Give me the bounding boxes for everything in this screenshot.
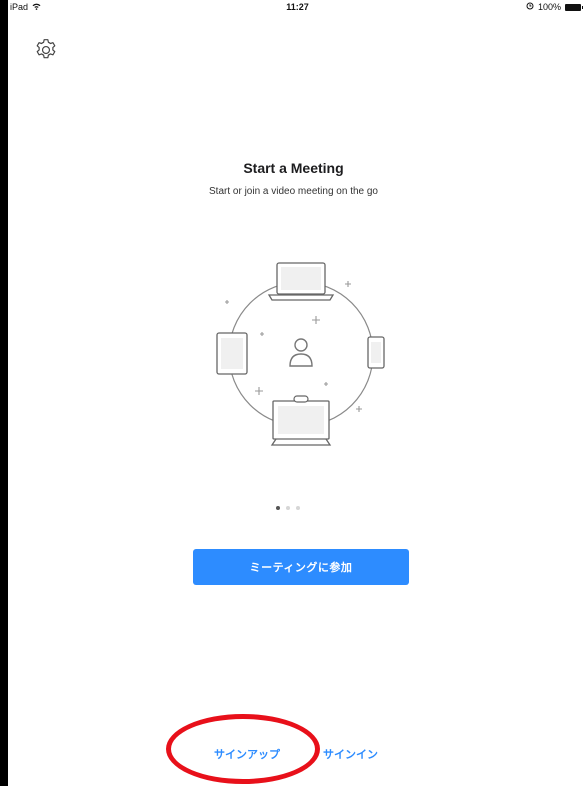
laptop-icon: [267, 262, 335, 301]
alarm-icon: [526, 2, 534, 12]
status-right: 100%: [526, 2, 583, 12]
app-screen: iPad 11:27 100% Start a Meeting Start or…: [0, 0, 587, 786]
meeting-illustration: [216, 262, 385, 446]
status-bar: iPad 11:27 100%: [8, 0, 587, 16]
settings-button[interactable]: [30, 36, 62, 68]
highlight-annotation: [166, 714, 320, 784]
device-bezel: [0, 0, 8, 786]
gear-icon: [33, 37, 59, 68]
page-dot[interactable]: [286, 506, 290, 510]
battery-percent: 100%: [537, 2, 561, 12]
page-indicator[interactable]: [276, 506, 300, 510]
page-subtitle: Start or join a video meeting on the go: [209, 186, 378, 197]
page-title: Start a Meeting: [243, 160, 344, 176]
page-dot[interactable]: [296, 506, 300, 510]
page-dot[interactable]: [276, 506, 280, 510]
join-meeting-button[interactable]: ミーティングに参加: [193, 549, 409, 585]
sign-in-link[interactable]: サインイン: [323, 746, 378, 762]
status-time: 11:27: [286, 2, 309, 12]
phone-icon: [367, 336, 385, 369]
person-icon: [289, 338, 313, 367]
tablet-icon: [216, 332, 248, 375]
battery-icon: [565, 3, 583, 11]
room-system-icon: [270, 395, 332, 446]
